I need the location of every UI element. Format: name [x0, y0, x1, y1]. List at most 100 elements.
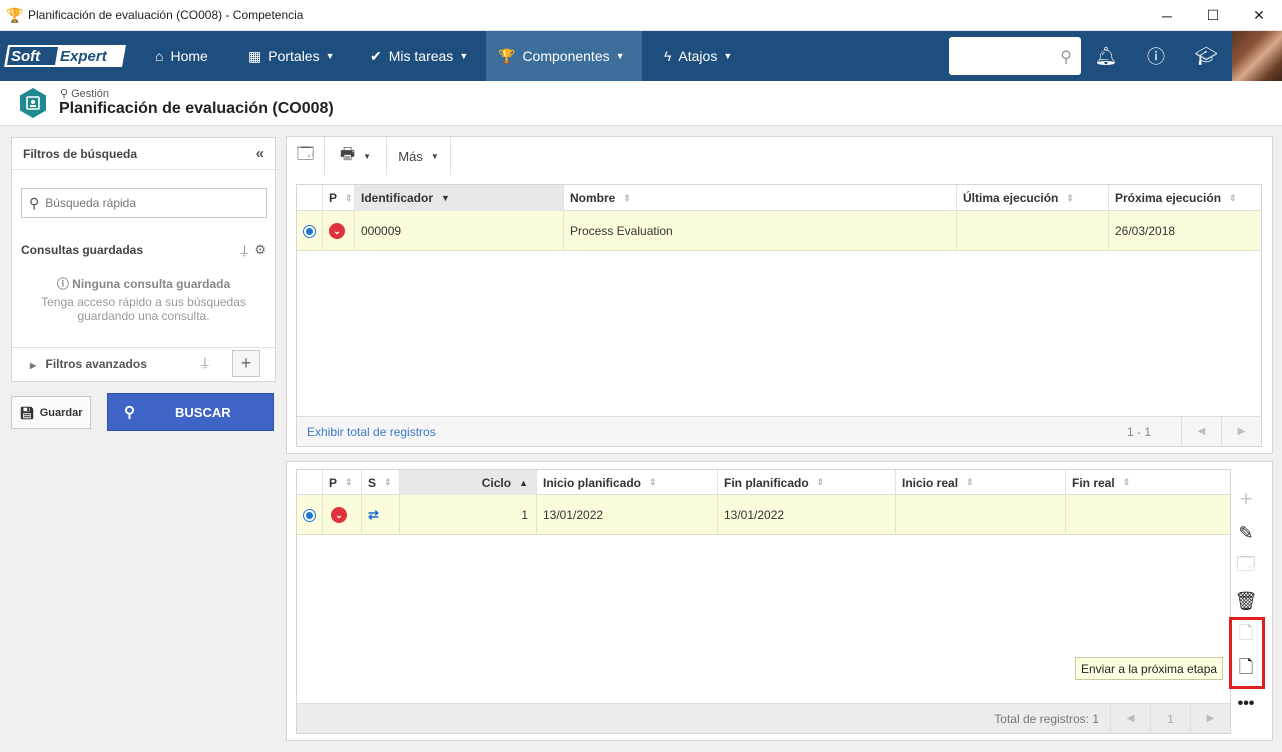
- add-cycle-button[interactable]: +: [1229, 482, 1263, 516]
- search-button-label: BUSCAR: [175, 404, 231, 420]
- grid-footer: Exhibir total de registros 1 - 1 ◀ ▶: [297, 416, 1261, 446]
- nav-home[interactable]: ⌂ Home: [143, 31, 220, 81]
- col-status[interactable]: S ⇕: [362, 470, 400, 495]
- quick-search-field[interactable]: ⚲: [21, 188, 267, 218]
- col-last-run-label: Última ejecución: [963, 191, 1059, 205]
- grid-header: P ⇕ S ⇕ Ciclo ▲ Inicio planificado ⇕ Fin pla…: [297, 470, 1230, 495]
- no-saved-queries-description: Tenga acceso rápido a sus búsquedas guar…: [41, 295, 246, 323]
- show-total-link[interactable]: Exhibir total de registros: [307, 425, 436, 439]
- row-last-run: [957, 211, 1109, 251]
- nav-atajos[interactable]: ϟ Atajos ▼: [652, 31, 744, 81]
- ellipsis-icon: •••: [1237, 695, 1255, 712]
- filters-header: Filtros de búsqueda «: [12, 138, 275, 170]
- sort-icon: ⇕: [816, 477, 825, 487]
- sort-icon: ⇕: [1066, 192, 1074, 203]
- col-real-start-label: Inicio real: [902, 475, 959, 490]
- breadcrumb-label: Gestión: [71, 88, 110, 100]
- nav-componentes[interactable]: 🏆 Componentes ▼: [486, 31, 642, 81]
- svg-text:Expert: Expert: [60, 48, 108, 65]
- col-real-start[interactable]: Inicio real ⇕: [896, 470, 1066, 495]
- no-saved-queries: ⓘ Ninguna consulta guardada: [12, 275, 275, 292]
- info-icon: ⓘ: [56, 277, 69, 291]
- row-radio[interactable]: [303, 224, 316, 238]
- close-button[interactable]: ✕: [1236, 0, 1282, 31]
- delete-cycle-button[interactable]: 🗑︎: [1229, 584, 1263, 618]
- bell-icon[interactable]: 🔔︎: [1086, 31, 1126, 81]
- nav-portales-label: Portales: [268, 48, 320, 64]
- advanced-filters-toggle[interactable]: ▶ Filtros avanzados: [30, 357, 147, 371]
- col-planned-end[interactable]: Fin planificado ⇕: [718, 470, 896, 495]
- view-record-button[interactable]: 🗔: [287, 137, 325, 175]
- col-priority[interactable]: P ⇕: [323, 185, 355, 211]
- table-row[interactable]: ⌄ ⇄ 1 13/01/2022 13/01/2022: [297, 495, 1230, 535]
- collapse-panel-icon[interactable]: «: [256, 145, 264, 162]
- row-real-start: [896, 495, 1066, 535]
- page-number[interactable]: 1: [1150, 704, 1190, 733]
- col-cycle[interactable]: Ciclo ▲: [400, 470, 537, 495]
- quick-search-input[interactable]: [45, 196, 246, 210]
- row-select-cell[interactable]: [297, 495, 323, 535]
- view-cycle-button[interactable]: 🗔: [1229, 550, 1263, 584]
- next-page-button[interactable]: ▶: [1190, 704, 1230, 733]
- edit-cycle-button[interactable]: ✎: [1229, 516, 1263, 550]
- row-radio[interactable]: [303, 508, 316, 522]
- chevron-down-red-icon[interactable]: ⌄: [329, 223, 345, 239]
- col-planned-start[interactable]: Inicio planificado ⇕: [537, 470, 718, 495]
- col-identifier[interactable]: Identificador ▼: [355, 185, 564, 211]
- more-menu-button[interactable]: Más ▼: [387, 137, 451, 175]
- chevron-down-red-icon[interactable]: ⌄: [331, 507, 347, 523]
- nav-portales[interactable]: ▦ Portales ▼: [236, 31, 347, 81]
- page-title: Planificación de evaluación (CO008): [59, 100, 334, 117]
- col-priority-label: P: [329, 475, 338, 490]
- search-button[interactable]: ⚲ BUSCAR: [107, 393, 274, 431]
- maximize-button[interactable]: ☐: [1190, 0, 1236, 31]
- trophy-icon: 🏆: [498, 47, 516, 64]
- row-planned-end: 13/01/2022: [718, 495, 896, 535]
- col-priority[interactable]: P ⇕: [323, 470, 362, 495]
- softexpert-logo[interactable]: Soft Expert: [4, 42, 130, 70]
- col-last-run[interactable]: Última ejecución ⇕: [957, 185, 1109, 211]
- search-filters-panel: Filtros de búsqueda « ⚲ Consultas guarda…: [11, 137, 276, 382]
- sort-icon: ⇕: [649, 477, 657, 487]
- table-row[interactable]: ⌄ 000009 Process Evaluation 26/03/2018: [297, 211, 1261, 251]
- breadcrumb[interactable]: ⚲ Gestión: [60, 87, 109, 100]
- col-real-end[interactable]: Fin real ⇕: [1066, 470, 1230, 495]
- prev-page-button[interactable]: ◀: [1181, 417, 1221, 446]
- more-actions-button[interactable]: •••: [1229, 687, 1263, 721]
- print-button[interactable]: 🖶 ▼: [325, 137, 387, 175]
- search-icon[interactable]: ⚲: [1060, 47, 1072, 67]
- sort-icon: ⇕: [345, 192, 353, 203]
- global-search-input[interactable]: ⚲: [949, 37, 1081, 75]
- gear-icon[interactable]: ⚙: [254, 242, 266, 258]
- nav-mis-tareas[interactable]: ✔ Mis tareas ▼: [358, 31, 480, 81]
- save-query-button[interactable]: 💾︎ Guardar: [11, 396, 91, 429]
- col-status-label: S: [368, 475, 377, 490]
- clear-brush-icon[interactable]: ⍊: [201, 354, 209, 370]
- help-icon[interactable]: ⓘ: [1136, 31, 1176, 81]
- col-name[interactable]: Nombre ⇕: [564, 185, 957, 211]
- filters-title: Filtros de búsqueda: [23, 146, 138, 161]
- check-icon: ✔: [370, 47, 382, 64]
- minimize-button[interactable]: ─: [1144, 0, 1190, 31]
- prev-page-button[interactable]: ◀: [1110, 704, 1150, 733]
- trash-icon: 🗑︎: [1234, 590, 1258, 611]
- nav-componentes-label: Componentes: [522, 48, 610, 64]
- highlight-box: [1229, 617, 1265, 689]
- clear-brush-icon[interactable]: ⍊: [241, 242, 249, 258]
- caret-down-icon: ▼: [325, 51, 335, 61]
- next-page-button[interactable]: ▶: [1221, 417, 1261, 446]
- module-hexagon-icon: [20, 88, 46, 118]
- row-priority-cell: ⌄: [323, 495, 362, 535]
- plus-icon: +: [1239, 486, 1253, 511]
- graduation-cap-icon[interactable]: 🎓︎: [1186, 31, 1226, 81]
- row-select-cell[interactable]: [297, 211, 323, 251]
- col-next-run-label: Próxima ejecución: [1115, 191, 1222, 205]
- saved-queries-title: Consultas guardadas: [21, 243, 144, 257]
- view-window-icon: 🗔: [296, 145, 315, 163]
- sort-icon: ⇕: [1122, 477, 1131, 487]
- svg-text:Soft: Soft: [11, 48, 41, 65]
- no-saved-queries-label: Ninguna consulta guardada: [72, 277, 231, 291]
- user-avatar[interactable]: [1232, 31, 1282, 81]
- add-filter-button[interactable]: +: [232, 350, 260, 377]
- col-next-run[interactable]: Próxima ejecución ⇕: [1109, 185, 1261, 211]
